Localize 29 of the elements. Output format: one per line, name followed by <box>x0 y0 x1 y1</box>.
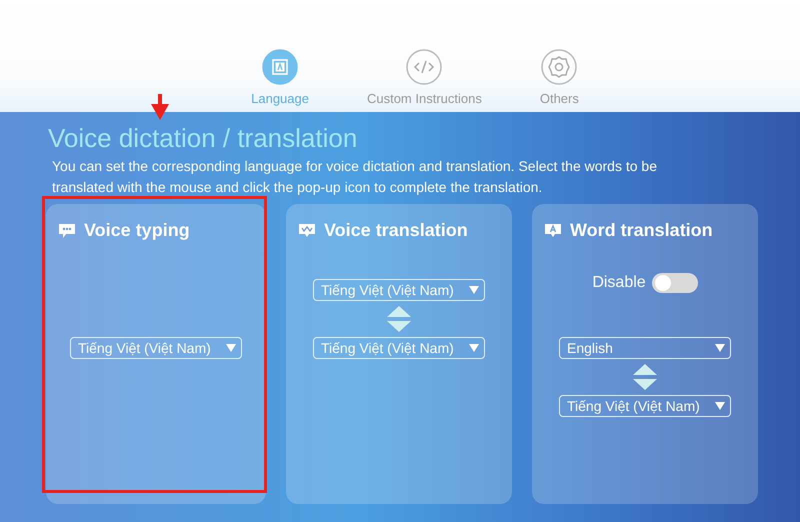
caret-icon <box>469 286 479 294</box>
card-title: Voice typing <box>84 220 190 241</box>
language-select[interactable]: Tiếng Việt (Việt Nam) <box>70 337 242 359</box>
caret-icon <box>715 344 725 352</box>
card-title: Voice translation <box>324 220 468 241</box>
chat-icon <box>58 222 76 238</box>
card-title: Word translation <box>570 220 713 241</box>
swap-icon[interactable] <box>631 363 659 391</box>
language-select[interactable]: English <box>559 337 731 359</box>
tab[interactable]: Language <box>251 49 309 106</box>
code-icon <box>406 49 442 85</box>
language-icon <box>262 49 298 85</box>
translate-icon <box>544 222 562 238</box>
description: You can set the corresponding language for voice dictation and translation. Select the words to be translated with the mouse and click the pop-up icon to complete the translation. <box>52 157 658 197</box>
settings-icon <box>541 49 578 85</box>
tab[interactable]: Custom Instructions <box>366 49 482 106</box>
caret-icon <box>469 344 479 352</box>
swap-icon[interactable] <box>385 305 413 333</box>
language-select[interactable]: Tiếng Việt (Việt Nam) <box>313 279 485 301</box>
caret-icon <box>226 344 236 352</box>
language-select[interactable]: Tiếng Việt (Việt Nam) <box>313 337 485 359</box>
language-select[interactable]: Tiếng Việt (Việt Nam) <box>559 395 731 417</box>
pointer-arrow <box>148 94 172 120</box>
caret-icon <box>715 402 725 410</box>
section-title: Voice dictation / translation <box>48 122 358 154</box>
tab[interactable]: Others <box>540 49 579 106</box>
toggle-switch[interactable] <box>652 273 698 293</box>
toggle-label: Disable <box>592 274 646 292</box>
voice-chat-icon <box>298 222 316 238</box>
